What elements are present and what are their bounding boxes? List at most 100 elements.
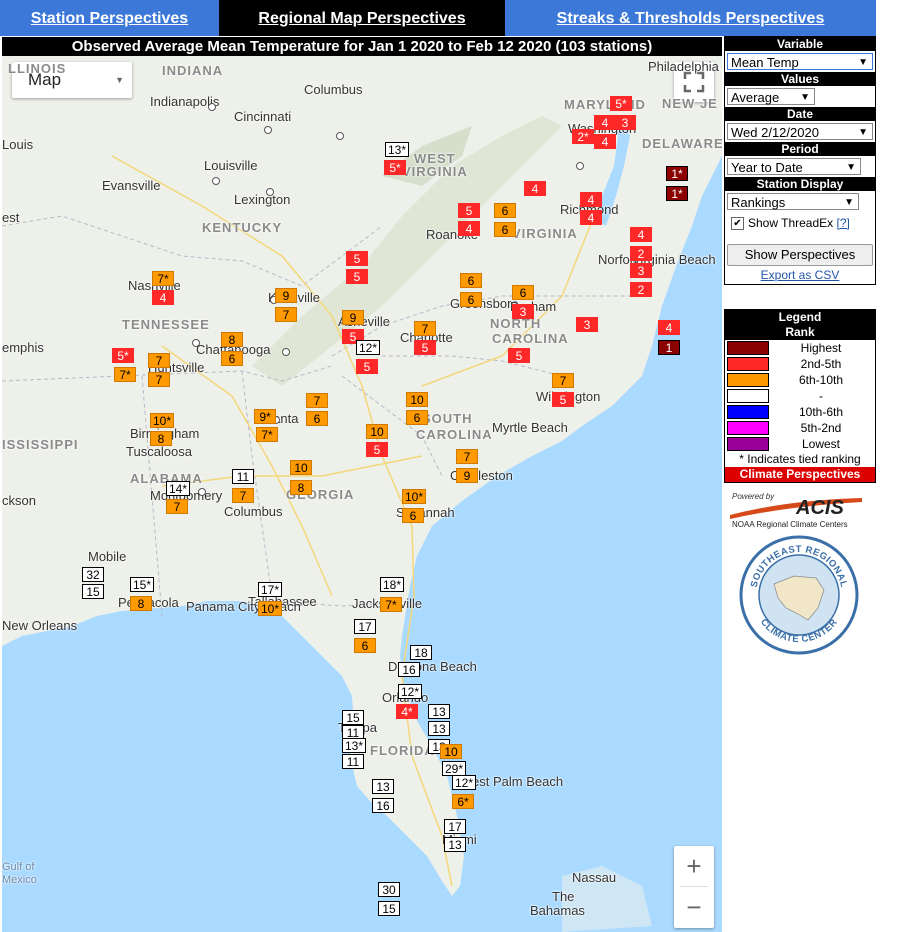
station-marker[interactable]: 32 [82, 567, 104, 582]
station-marker[interactable]: 4 [594, 115, 616, 130]
station-marker[interactable]: 16 [372, 798, 394, 813]
tab-station-perspectives[interactable]: Station Perspectives [0, 0, 219, 36]
station-marker[interactable]: 15 [342, 710, 364, 725]
station-marker[interactable]: 5* [384, 160, 406, 175]
show-perspectives-button[interactable]: Show Perspectives [727, 244, 873, 266]
station-marker[interactable]: 7 [456, 449, 478, 464]
station-marker[interactable]: 6 [460, 273, 482, 288]
station-marker[interactable]: 4 [152, 290, 174, 305]
station-marker[interactable]: 6 [494, 222, 516, 237]
station-marker[interactable]: 6 [402, 508, 424, 523]
station-marker[interactable]: 15 [82, 584, 104, 599]
station-marker[interactable]: 4 [524, 181, 546, 196]
station-marker[interactable]: 2 [630, 282, 652, 297]
station-marker[interactable]: 2 [630, 246, 652, 261]
station-marker[interactable]: 12* [452, 775, 477, 790]
station-marker[interactable]: 6 [306, 411, 328, 426]
station-display-select[interactable]: Rankings ▼ [727, 193, 859, 210]
station-marker[interactable]: 14* [166, 481, 191, 496]
station-marker[interactable]: 3 [512, 304, 534, 319]
station-marker[interactable]: 4 [580, 210, 602, 225]
station-marker[interactable]: 4 [630, 227, 652, 242]
station-marker[interactable]: 17* [258, 582, 283, 597]
station-marker[interactable]: 7 [148, 353, 170, 368]
station-marker[interactable]: 7* [380, 597, 402, 612]
station-marker[interactable]: 3 [630, 263, 652, 278]
date-select[interactable]: Wed 2/12/2020 ▼ [727, 123, 873, 140]
zoom-in-button[interactable]: + [674, 846, 714, 886]
station-marker[interactable]: 6 [460, 292, 482, 307]
station-marker[interactable]: 6 [494, 203, 516, 218]
station-marker[interactable]: 6 [354, 638, 376, 653]
export-csv-link[interactable]: Export as CSV [725, 268, 875, 284]
station-marker[interactable]: 10 [290, 460, 312, 475]
zoom-out-button[interactable]: − [674, 887, 714, 927]
station-marker[interactable]: 7* [152, 271, 174, 286]
station-marker[interactable]: 6 [406, 410, 428, 425]
station-marker[interactable]: 10* [402, 489, 427, 504]
period-select[interactable]: Year to Date ▼ [727, 158, 861, 175]
station-marker[interactable]: 8 [290, 480, 312, 495]
station-marker[interactable]: 7 [148, 372, 170, 387]
station-marker[interactable]: 7 [232, 488, 254, 503]
station-marker[interactable]: 17 [354, 619, 376, 634]
station-marker[interactable]: 15 [378, 901, 400, 916]
station-marker[interactable]: 11 [342, 754, 364, 769]
station-marker[interactable]: 11 [232, 469, 254, 484]
tab-streaks-thresholds-perspectives[interactable]: Streaks & Thresholds Perspectives [505, 0, 876, 36]
station-marker[interactable]: 10* [258, 601, 283, 616]
station-marker[interactable]: 5* [112, 348, 134, 363]
station-marker[interactable]: 1* [666, 186, 688, 201]
station-marker[interactable]: 5 [346, 251, 368, 266]
station-marker[interactable]: 12* [356, 340, 381, 355]
station-marker[interactable]: 6 [221, 351, 243, 366]
station-marker[interactable]: 7* [114, 367, 136, 382]
station-marker[interactable]: 4 [580, 192, 602, 207]
station-marker[interactable]: 10 [406, 392, 428, 407]
station-marker[interactable]: 16 [398, 662, 420, 677]
station-marker[interactable]: 18 [410, 645, 432, 660]
variable-select[interactable]: Mean Temp ▼ [727, 53, 873, 70]
station-marker[interactable]: 3 [614, 115, 636, 130]
station-marker[interactable]: 30 [378, 882, 400, 897]
station-marker[interactable]: 9 [275, 288, 297, 303]
station-marker[interactable]: 13 [444, 837, 466, 852]
station-marker[interactable]: 3 [576, 317, 598, 332]
station-marker[interactable]: 5 [366, 442, 388, 457]
station-marker[interactable]: 8 [130, 596, 152, 611]
station-marker[interactable]: 13* [342, 738, 367, 753]
station-marker[interactable]: 4 [594, 134, 616, 149]
station-marker[interactable]: 12* [398, 684, 423, 699]
station-marker[interactable]: 17 [444, 819, 466, 834]
station-marker[interactable]: 13* [385, 142, 410, 157]
threadex-help-link[interactable]: [?] [837, 216, 850, 230]
station-marker[interactable]: 8 [221, 332, 243, 347]
tab-regional-map-perspectives[interactable]: Regional Map Perspectives [219, 0, 505, 36]
station-marker[interactable]: 7 [166, 499, 188, 514]
station-marker[interactable]: 10* [150, 413, 175, 428]
station-marker[interactable]: 8 [150, 431, 172, 446]
station-marker[interactable]: 5 [508, 348, 530, 363]
station-marker[interactable]: 10 [440, 744, 462, 759]
station-marker[interactable]: 5 [356, 359, 378, 374]
station-marker[interactable]: 13 [372, 779, 394, 794]
values-select[interactable]: Average ▼ [727, 88, 815, 105]
station-marker[interactable]: 9* [254, 409, 276, 424]
station-marker[interactable]: 5 [458, 203, 480, 218]
station-marker[interactable]: 29* [442, 761, 467, 776]
station-marker[interactable]: 10 [366, 424, 388, 439]
station-marker[interactable]: 9 [342, 310, 364, 325]
station-marker[interactable]: 5 [552, 392, 574, 407]
station-marker[interactable]: 13 [428, 704, 450, 719]
station-marker[interactable]: 7 [306, 393, 328, 408]
station-marker[interactable]: 9 [456, 468, 478, 483]
station-marker[interactable]: 7 [275, 307, 297, 322]
threadex-checkbox[interactable]: ✔ [731, 217, 744, 231]
station-marker[interactable]: 6* [452, 794, 474, 809]
station-marker[interactable]: 2* [572, 129, 594, 144]
map-canvas[interactable]: Map ▼ INDIANA KENTUCKY TENNESSEE WEST VIRGINI… [2, 56, 722, 932]
station-marker[interactable]: 5 [414, 340, 436, 355]
station-marker[interactable]: 4 [458, 221, 480, 236]
station-marker[interactable]: 13 [428, 721, 450, 736]
station-marker[interactable]: 4 [658, 320, 680, 335]
